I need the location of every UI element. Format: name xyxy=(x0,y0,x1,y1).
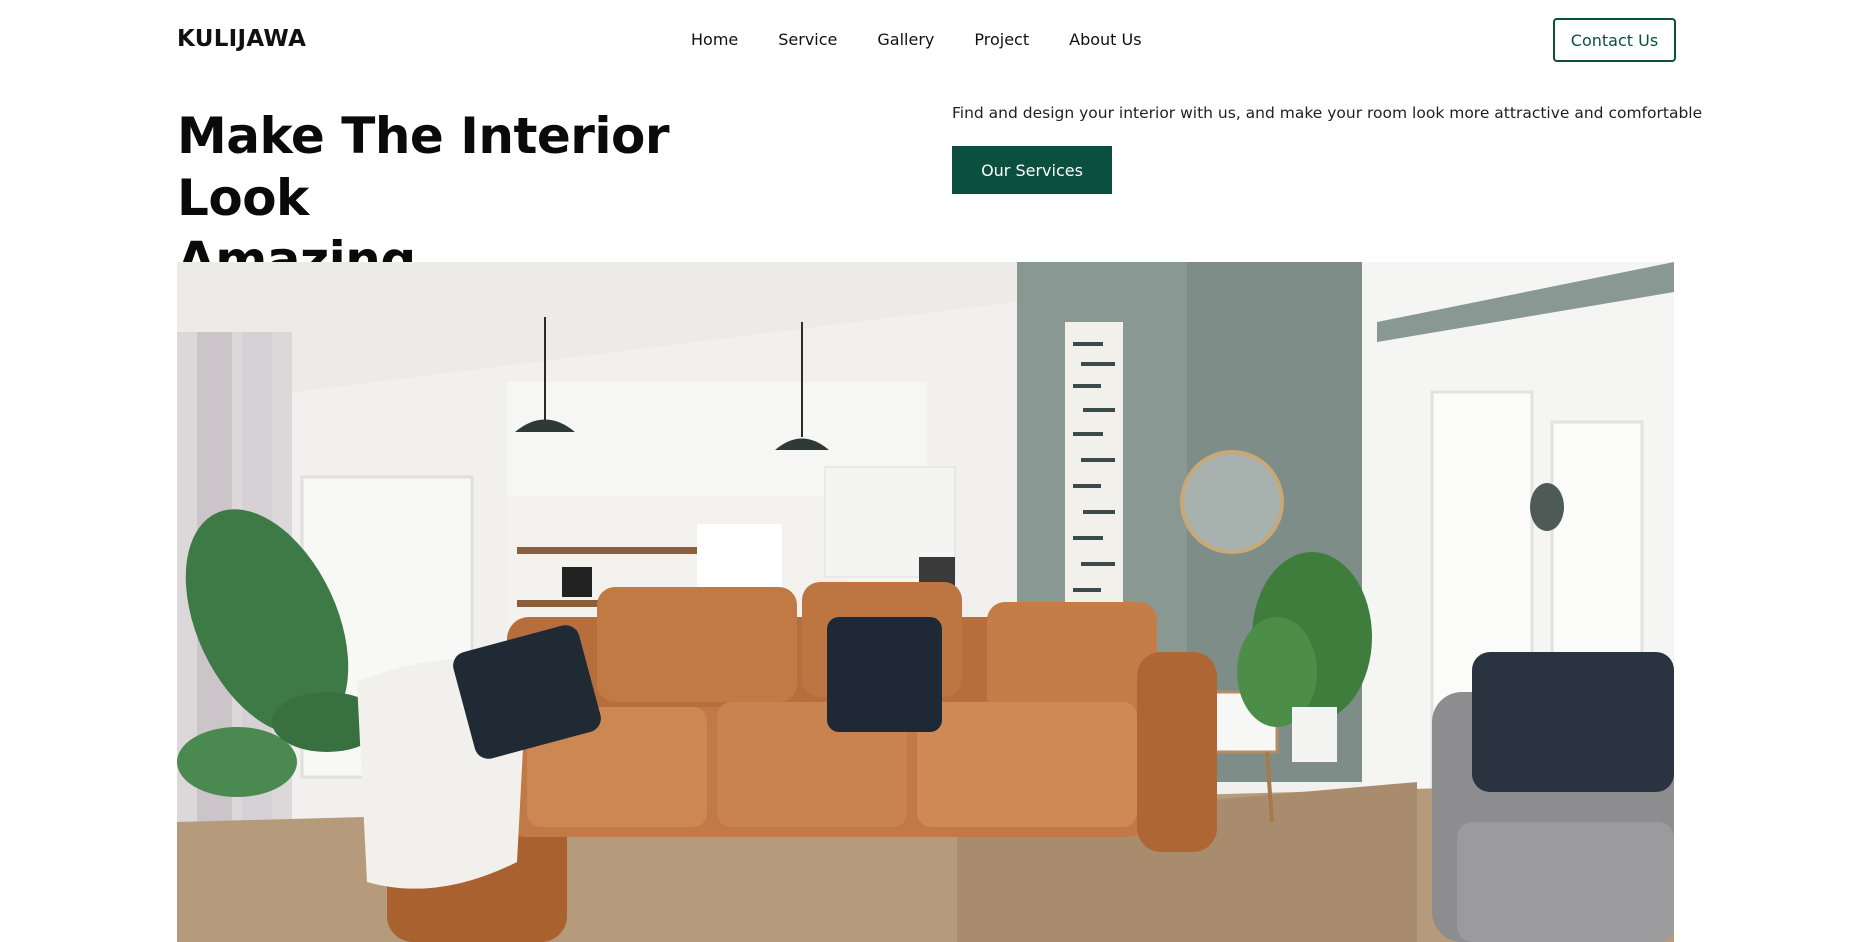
contact-us-button[interactable]: Contact Us xyxy=(1553,18,1676,62)
hero-interior-image xyxy=(177,262,1674,942)
nav-gallery-link[interactable]: Gallery xyxy=(877,30,934,49)
nav-about-link[interactable]: About Us xyxy=(1069,30,1141,49)
nav-project-link[interactable]: Project xyxy=(974,30,1029,49)
nav-home-link[interactable]: Home xyxy=(691,30,738,49)
hero-description: Find and design your interior with us, a… xyxy=(952,104,1703,122)
nav-service-link[interactable]: Service xyxy=(778,30,837,49)
top-navbar: KULIJAWA Home Service Gallery Project Ab… xyxy=(0,0,1854,82)
hero-title-line1: Make The Interior Look xyxy=(177,107,670,227)
our-services-button[interactable]: Our Services xyxy=(952,146,1112,194)
main-menu: Home Service Gallery Project About Us xyxy=(691,30,1142,49)
brand-logo[interactable]: KULIJAWA xyxy=(177,26,306,52)
